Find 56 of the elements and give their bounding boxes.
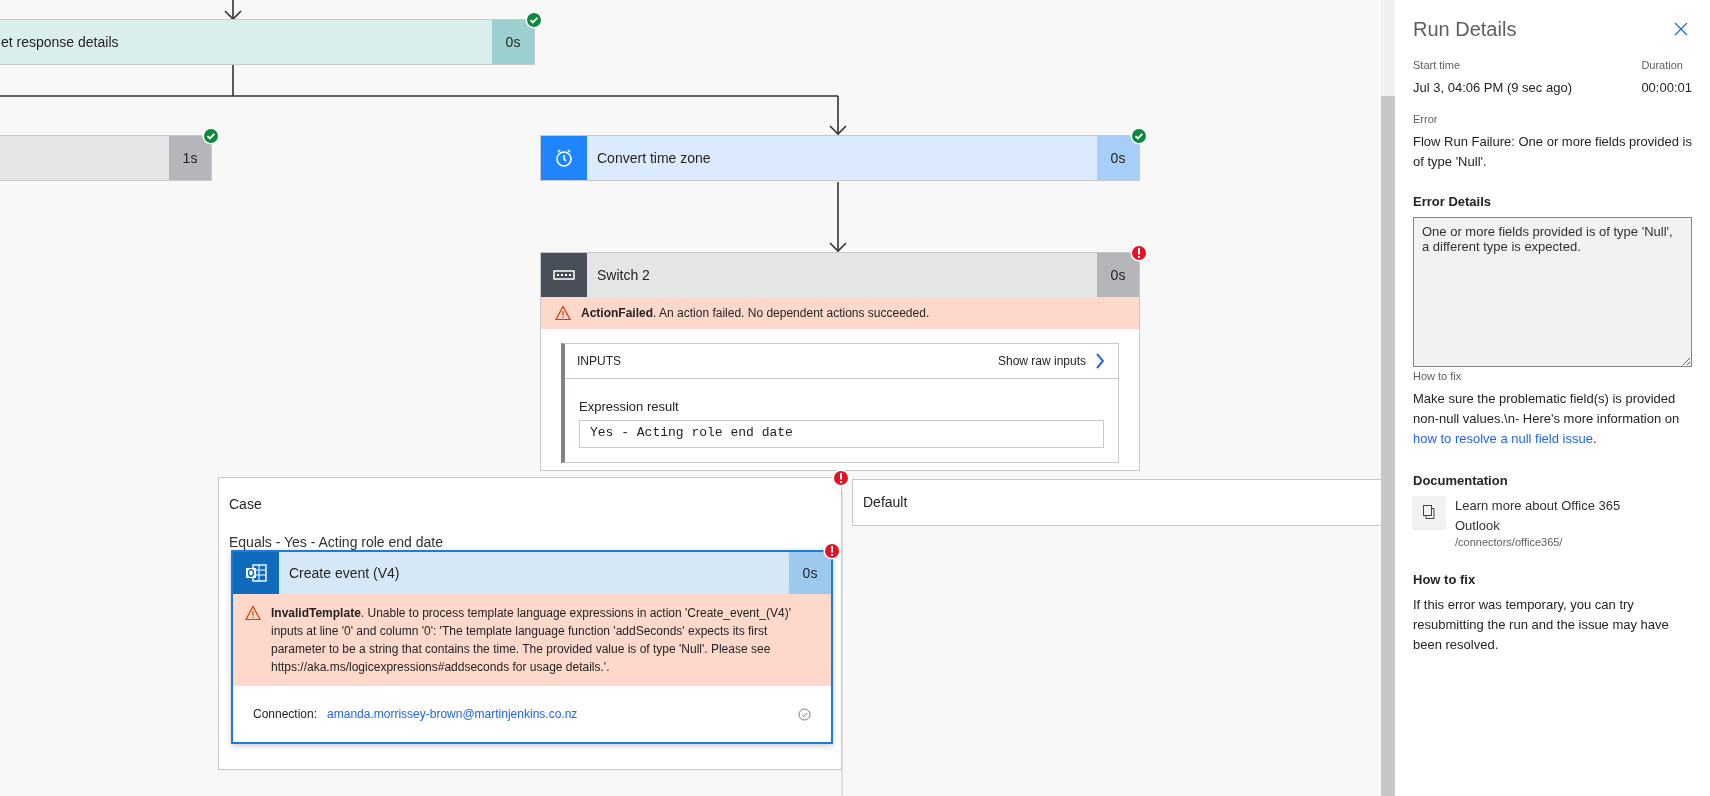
connection-link[interactable]: amanda.morrissey-brown@martinjenkins.co.nz <box>327 707 798 721</box>
action-title: Create event (V4) <box>289 565 400 581</box>
connector-arrow <box>224 0 242 21</box>
duration-label: 0s <box>1097 136 1139 180</box>
connector-arrow <box>829 95 847 136</box>
duration-value: 00:00:01 <box>1641 79 1692 97</box>
case-condition: Equals - Yes - Acting role end date <box>229 534 445 550</box>
branch-title: Default <box>863 494 909 510</box>
documentation-heading: Documentation <box>1413 473 1509 488</box>
start-time-label: Start time <box>1413 58 1462 72</box>
close-icon <box>1674 22 1688 36</box>
duration-label: 0s <box>492 20 534 64</box>
warning-icon <box>245 605 261 621</box>
action-title: Switch 2 <box>597 267 650 283</box>
documentation-link[interactable]: Learn more about Office 365 Outlook <box>1455 496 1655 536</box>
branch-title: Case <box>229 496 263 512</box>
action-card[interactable]: Switch 2 0s ActionFailed. An action failed. No dependent actions succeeded. INPUTS Show raw inputs Expression result Yes - Acting role end date <box>540 252 1140 471</box>
error-label: Error <box>1413 112 1439 126</box>
action-header[interactable]: Convert time zone <box>587 136 1097 180</box>
error-details-heading: Error Details <box>1413 194 1493 209</box>
error-text: Flow Run Failure: One or more fields provided is of type 'Null'. <box>1413 133 1692 171</box>
outlook-icon <box>244 561 268 585</box>
expression-result-field: Yes - Acting role end date <box>579 420 1104 448</box>
action-title: et response details <box>1 34 119 50</box>
duration-label: 1s <box>169 136 211 180</box>
error-message: ActionFailed. An action failed. No dependent actions succeeded. <box>581 305 931 322</box>
warning-icon <box>555 305 571 321</box>
inputs-heading: INPUTS <box>577 354 621 368</box>
how-to-fix-text: Make sure the problematic field(s) is provided non-null values.\n- Here's more information on how to resolve a null field issue. <box>1413 390 1681 448</box>
how-to-fix-label: How to fix <box>1413 369 1463 383</box>
action-header[interactable]: Switch 2 <box>587 253 1097 297</box>
error-details-field[interactable]: One or more fields provided is of type 'Null', a different type is expected. <box>1413 217 1692 367</box>
action-header[interactable] <box>0 136 169 180</box>
connection-label: Connection: <box>253 707 318 721</box>
panel-title: Run Details <box>1413 17 1517 41</box>
duration-label: 0s <box>1097 253 1139 297</box>
action-card[interactable]: et response details 0s <box>0 19 535 65</box>
how-to-fix-advice: If this error was temporary, you can try resubmitting the run and the issue may have been resolved. <box>1413 596 1670 654</box>
documentation-path: /connectors/office365/ <box>1455 536 1564 548</box>
action-card[interactable]: Convert time zone 0s <box>540 135 1140 181</box>
duration-label: Duration <box>1641 58 1684 72</box>
duration-label: 0s <box>789 552 831 594</box>
start-time-value: Jul 3, 04:06 PM (9 sec ago) <box>1413 79 1572 97</box>
action-title: Convert time zone <box>597 150 711 166</box>
connector-arrow <box>829 181 847 253</box>
action-card[interactable]: 1s <box>0 135 212 181</box>
error-message: InvalidTemplate. Unable to process template language expressions in action 'Create_event_(V4)' inputs at line '0' and column '0': 'The template language function 'addSeconds' expects its first parameter to be a string that contains the time. The provided value is of type 'Null'. Please see https://aka.ms/logicexpressions#addseconds for usage details.'. <box>271 605 792 676</box>
action-header[interactable]: Create event (V4) <box>279 552 789 594</box>
action-card[interactable] <box>231 550 833 744</box>
documents-icon <box>1422 504 1436 520</box>
show-raw-inputs-link[interactable]: Show raw inputs <box>997 353 1104 369</box>
help-link[interactable]: how to resolve a null field issue <box>1413 431 1593 446</box>
how-to-fix-heading: How to fix <box>1413 572 1477 587</box>
chevron-right-icon <box>1094 353 1104 369</box>
action-header[interactable]: et response details <box>0 20 492 64</box>
field-label: Expression result <box>579 399 680 414</box>
